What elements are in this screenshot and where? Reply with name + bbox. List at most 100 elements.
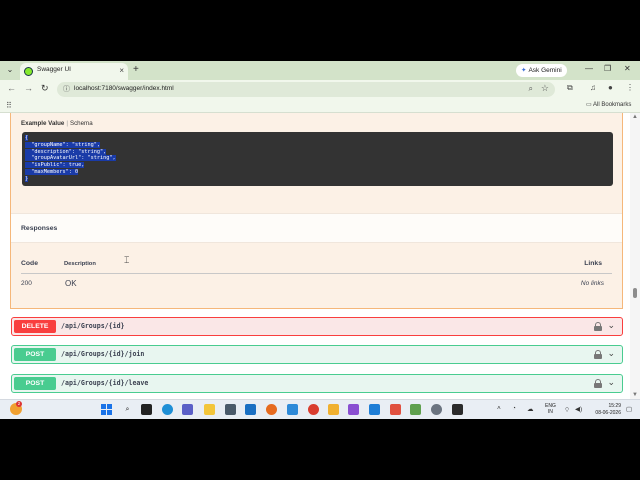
scroll-up-icon[interactable]: ▲: [632, 114, 638, 120]
visual-studio-icon[interactable]: [348, 404, 359, 415]
maximize-button[interactable]: ❐: [604, 64, 611, 73]
example-json-text[interactable]: { "groupName": "string", "description": …: [25, 135, 116, 183]
column-links: Links: [584, 260, 602, 267]
operation-delete-groups-id[interactable]: DELETE /api/Groups/{id} ⌄: [11, 317, 623, 336]
bookmark-star-icon[interactable]: ☆: [541, 83, 549, 94]
search-icon[interactable]: ⌕: [122, 404, 133, 415]
url-text[interactable]: localhost:7180/swagger/index.html: [74, 85, 174, 92]
profile-avatar-icon[interactable]: ●: [608, 83, 613, 92]
response-code-cell: 200: [21, 280, 32, 287]
system-clock[interactable]: 15:29 08-06-2026: [589, 403, 621, 416]
back-arrow-icon[interactable]: ←: [7, 83, 16, 93]
region-code: IN: [547, 409, 553, 415]
minimize-button[interactable]: —: [585, 64, 593, 73]
code-line: "isPublic": true,: [25, 162, 85, 169]
page-viewport: Example Value | Schema { "groupName": "str…: [0, 113, 630, 399]
apps-grid-icon[interactable]: ⠿: [6, 101, 12, 110]
close-window-button[interactable]: ✕: [624, 64, 631, 73]
windows-taskbar: 2 ⌕ ˄ ◔ ☁ ENG IN ⌔ ◀) 15:29 08-06-2026 ▢: [0, 399, 640, 419]
column-description: Description: [64, 261, 96, 267]
file-explorer-icon[interactable]: [204, 404, 215, 415]
notification-icon[interactable]: ▢: [626, 405, 632, 413]
example-json-code-block[interactable]: { "groupName": "string", "description": …: [22, 132, 613, 186]
snipping-tool-icon[interactable]: [390, 404, 401, 415]
all-bookmarks-button[interactable]: ▭ All Bookmarks: [586, 101, 631, 108]
responses-title: Responses: [21, 225, 58, 232]
scroll-down-icon[interactable]: ▼: [632, 392, 638, 398]
tab-separator: |: [66, 120, 68, 127]
outlook-icon[interactable]: [245, 404, 256, 415]
bookmarks-bar: ⠿ ▭ All Bookmarks: [0, 99, 640, 113]
method-badge: POST: [14, 348, 56, 361]
operation-path: /api/Groups/{id}/join: [61, 350, 145, 358]
address-bar[interactable]: ⓘ localhost:7180/swagger/index.html ⌕ ☆: [57, 82, 555, 97]
post-groups-operation-body: Example Value | Schema { "groupName": "str…: [10, 113, 623, 309]
lock-icon[interactable]: [594, 350, 602, 359]
lock-icon[interactable]: [594, 322, 602, 331]
code-line: {: [25, 135, 29, 141]
response-links-cell: No links: [580, 280, 604, 287]
forward-arrow-icon[interactable]: →: [24, 83, 33, 93]
reload-icon[interactable]: ↻: [41, 83, 49, 94]
edge-icon[interactable]: [162, 404, 173, 415]
tab-close-icon[interactable]: ×: [119, 66, 124, 75]
settings-icon[interactable]: [431, 404, 442, 415]
chevron-down-icon[interactable]: ⌄: [607, 320, 615, 331]
chevron-down-icon[interactable]: ⌄: [607, 377, 615, 388]
nodejs-icon[interactable]: [410, 404, 421, 415]
chevron-up-icon[interactable]: ˄: [497, 405, 501, 412]
method-badge: POST: [14, 377, 56, 390]
onedrive-icon[interactable]: ☁: [527, 405, 534, 413]
scrollbar-thumb[interactable]: [633, 288, 637, 298]
vscode-icon[interactable]: [369, 404, 380, 415]
example-schema-tabs: Example Value | Schema: [21, 120, 93, 127]
browser-tab-swagger[interactable]: Swagger UI ×: [20, 63, 128, 80]
wifi-icon[interactable]: ⌔: [564, 405, 570, 414]
terminal-icon[interactable]: [452, 404, 463, 415]
swagger-favicon-icon: [24, 67, 33, 76]
gemini-sparkle-icon: ✦: [521, 67, 527, 74]
column-code: Code: [21, 260, 38, 267]
new-tab-button[interactable]: +: [133, 64, 139, 75]
code-line: "maxMembers": 0: [25, 168, 79, 175]
calculator-icon[interactable]: [225, 404, 236, 415]
code-line: "groupName": "string",: [25, 141, 100, 148]
extensions-icon[interactable]: ⧉: [567, 83, 573, 93]
page-scrollbar[interactable]: ▲ ▼: [630, 113, 640, 399]
ask-gemini-label: Ask Gemini: [528, 67, 562, 74]
chrome-icon[interactable]: [308, 404, 319, 415]
all-bookmarks-label: All Bookmarks: [593, 102, 632, 108]
screen: ⌄ Swagger UI × + ✦ Ask Gemini — ❐ ✕ ← → ↻…: [0, 61, 640, 419]
browser-toolbar: ← → ↻ ⓘ localhost:7180/swagger/index.htm…: [0, 80, 640, 99]
lock-icon[interactable]: [594, 379, 602, 388]
network-icon[interactable]: ◔: [512, 405, 516, 412]
mouse-cursor-icon: ⌶: [124, 255, 130, 265]
paint-icon[interactable]: [328, 404, 339, 415]
operation-post-groups-join[interactable]: POST /api/Groups/{id}/join ⌄: [11, 345, 623, 364]
task-view-icon[interactable]: [141, 404, 152, 415]
browser-tab-strip: ⌄ Swagger UI × + ✦ Ask Gemini — ❐ ✕: [0, 61, 640, 80]
windows-start-icon[interactable]: [101, 404, 112, 415]
media-icon[interactable]: ♫: [590, 83, 596, 92]
ask-gemini-button[interactable]: ✦ Ask Gemini: [516, 64, 567, 77]
tab-search-icon[interactable]: ⌄: [4, 64, 16, 76]
tab-schema[interactable]: Schema: [70, 120, 93, 127]
site-info-icon[interactable]: ⓘ: [63, 84, 70, 94]
firefox-icon[interactable]: [266, 404, 277, 415]
zoom-icon[interactable]: ⌕: [529, 84, 533, 94]
code-line: }: [25, 175, 29, 182]
chevron-down-icon[interactable]: ⌄: [607, 348, 615, 359]
clock-date: 08-06-2026: [595, 409, 621, 416]
chrome-menu-icon[interactable]: ⋮: [626, 83, 634, 92]
notepad-icon[interactable]: [287, 404, 298, 415]
method-badge: DELETE: [14, 320, 56, 333]
tab-title: Swagger UI: [37, 66, 71, 73]
tab-example-value[interactable]: Example Value: [21, 120, 64, 127]
weather-badge: 2: [16, 401, 22, 407]
operation-post-groups-leave[interactable]: POST /api/Groups/{id}/leave ⌄: [11, 374, 623, 393]
teams-icon[interactable]: [182, 404, 193, 415]
language-indicator[interactable]: ENG IN: [545, 403, 556, 415]
operation-path: /api/Groups/{id}/leave: [61, 379, 149, 387]
response-description-cell: OK: [65, 279, 77, 288]
volume-icon[interactable]: ◀): [575, 405, 582, 413]
